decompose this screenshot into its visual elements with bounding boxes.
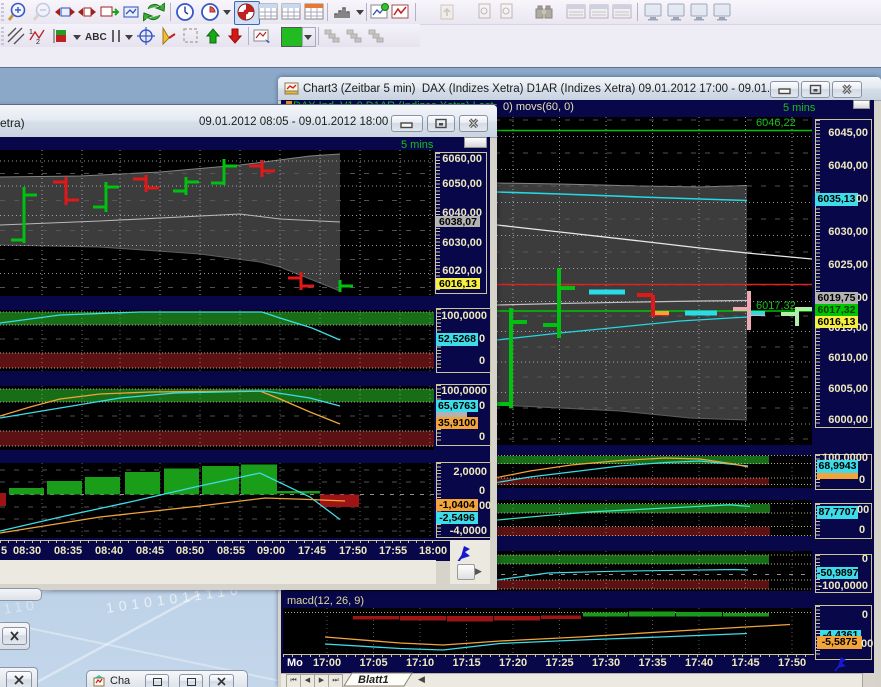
svg-text:ABC: ABC xyxy=(85,32,107,43)
svg-text:2: 2 xyxy=(36,39,40,46)
svg-text:1: 1 xyxy=(29,29,33,36)
